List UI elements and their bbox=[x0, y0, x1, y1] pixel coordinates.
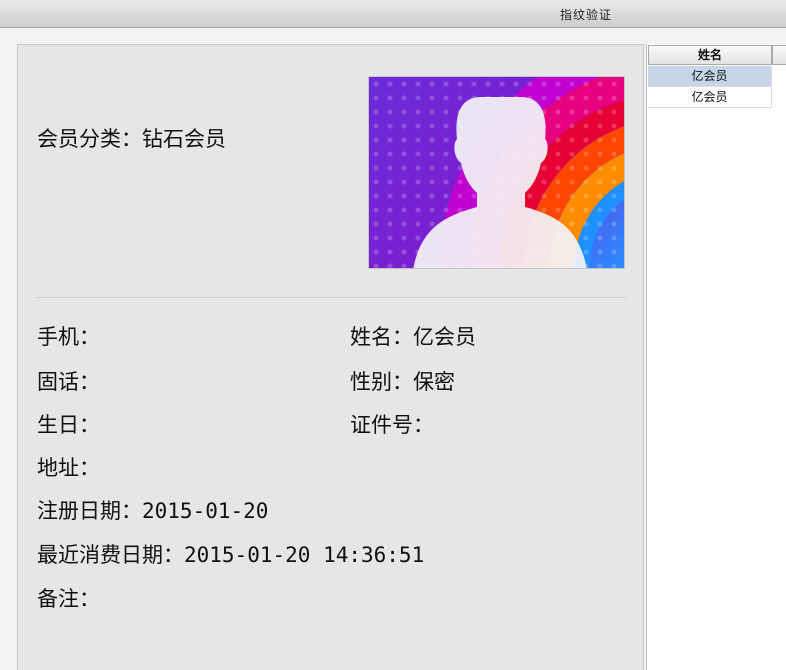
gender-value: 保密 bbox=[413, 370, 455, 394]
table-row[interactable]: 亿会员 bbox=[648, 66, 772, 87]
member-category-label: 会员分类： bbox=[37, 127, 142, 151]
name-value: 亿会员 bbox=[413, 325, 476, 349]
register-date-value: 2015-01-20 bbox=[142, 499, 269, 523]
last-spend-date-label: 最近消费日期： bbox=[37, 543, 184, 567]
column-header-extra[interactable] bbox=[772, 45, 786, 65]
id-number-field: 证件号： bbox=[350, 409, 434, 439]
register-date-field: 注册日期：2015-01-20 bbox=[37, 495, 268, 525]
name-field: 姓名：亿会员 bbox=[350, 321, 476, 351]
fingerprint-verify-window: 指纹验证 会员分类：钻石会员 手机： 姓名：亿会员 固话： 性别：保密 生日： … bbox=[0, 0, 786, 670]
id-number-label: 证件号： bbox=[350, 413, 434, 437]
column-header-name[interactable]: 姓名 bbox=[648, 45, 772, 65]
phone-label: 固话： bbox=[37, 370, 100, 394]
member-category: 会员分类：钻石会员 bbox=[37, 123, 226, 153]
title-bar[interactable]: 指纹验证 bbox=[0, 0, 786, 28]
birthday-field: 生日： bbox=[37, 409, 100, 439]
gender-field: 性别：保密 bbox=[350, 366, 455, 396]
register-date-label: 注册日期： bbox=[37, 499, 142, 523]
address-field: 地址： bbox=[37, 452, 100, 482]
member-list-panel: 姓名 亿会员 亿会员 bbox=[646, 44, 786, 670]
address-label: 地址： bbox=[37, 456, 100, 480]
remark-label: 备注： bbox=[37, 587, 100, 611]
section-divider bbox=[36, 297, 626, 298]
birthday-label: 生日： bbox=[37, 413, 100, 437]
last-spend-date-value: 2015-01-20 14:36:51 bbox=[184, 543, 425, 567]
window-title: 指纹验证 bbox=[560, 8, 613, 22]
phone-field: 固话： bbox=[37, 366, 100, 396]
member-detail-panel: 会员分类：钻石会员 手机： 姓名：亿会员 固话： 性别：保密 生日： 证件号： … bbox=[17, 44, 644, 670]
mobile-label: 手机： bbox=[37, 325, 100, 349]
member-category-value: 钻石会员 bbox=[142, 127, 226, 151]
member-photo bbox=[368, 76, 625, 269]
remark-field: 备注： bbox=[37, 583, 100, 613]
table-row[interactable]: 亿会员 bbox=[648, 87, 772, 108]
gender-label: 性别： bbox=[350, 370, 413, 394]
avatar-placeholder-icon bbox=[413, 97, 587, 268]
mobile-field: 手机： bbox=[37, 321, 100, 351]
last-spend-date-field: 最近消费日期：2015-01-20 14:36:51 bbox=[37, 539, 424, 569]
name-label: 姓名： bbox=[350, 325, 413, 349]
